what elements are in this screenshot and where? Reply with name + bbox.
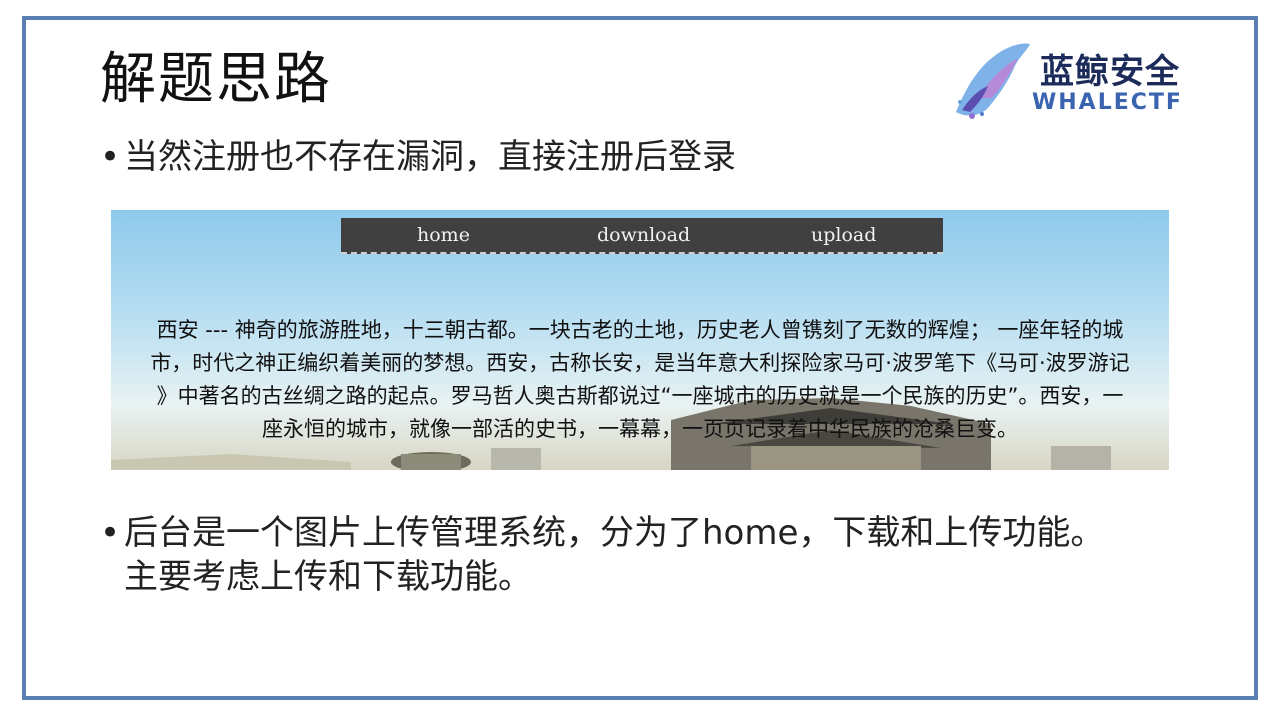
logo-chinese-text: 蓝鲸安全 <box>1040 52 1180 92</box>
nav-link-upload[interactable]: upload <box>811 224 876 246</box>
logo-english-text: WHALECTF <box>1032 90 1183 115</box>
slide-title: 解题思路 <box>100 47 332 112</box>
intro-line: 》中著名的古丝绸之路的起点。罗马哲人奥古斯都说过“一座城市的历史就是一个民族的历… <box>156 384 1124 408</box>
intro-line: 西安 --- 神奇的旅游胜地，十三朝古都。一块古老的土地，历史老人曾镌刻了无数的… <box>156 318 1124 342</box>
bullet-dot: • <box>100 137 121 177</box>
bullet-2-line-2: 主要考虑上传和下载功能。 <box>124 557 532 597</box>
intro-line: 市，时代之神正编织着美丽的梦想。西安，古称长安，是当年意大利探险家马可·波罗笔下… <box>150 351 1130 375</box>
intro-line: 座永恒的城市，就像一部活的史书，一幕幕，一页页记录着中华民族的沧桑巨变。 <box>262 417 1018 441</box>
bullet-1-text: 当然注册也不存在漏洞，直接注册后登录 <box>124 137 736 177</box>
nav-link-download[interactable]: download <box>597 224 690 246</box>
nav-link-home[interactable]: home <box>417 224 470 246</box>
xian-intro-paragraph: 西安 --- 神奇的旅游胜地，十三朝古都。一块古老的土地，历史老人曾镌刻了无数的… <box>111 314 1169 446</box>
site-nav-bar: home download upload <box>341 218 943 254</box>
embedded-website-screenshot: home download upload 西安 --- 神奇的旅游胜地，十三朝古… <box>111 210 1169 470</box>
bullet-dot: • <box>100 513 121 553</box>
bullet-2-line-1: 后台是一个图片上传管理系统，分为了home，下载和上传功能。 <box>124 513 1105 553</box>
